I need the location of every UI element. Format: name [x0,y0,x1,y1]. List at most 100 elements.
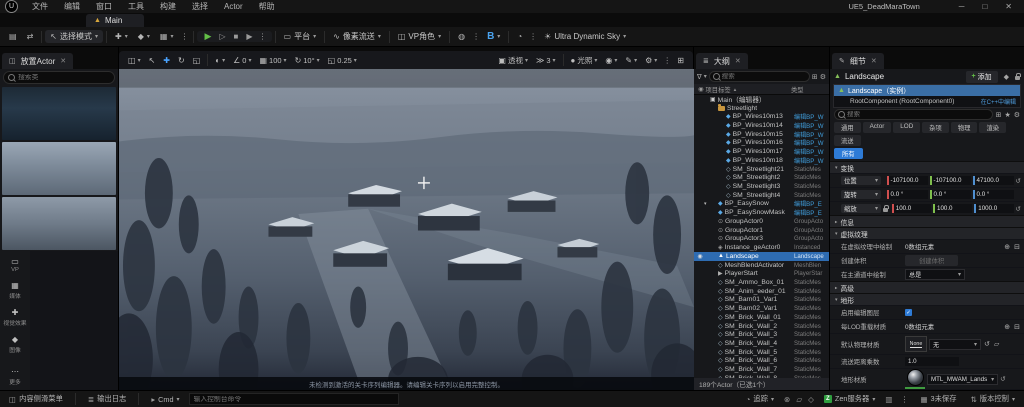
maximize-viewport-button[interactable]: ⊞ [673,56,688,65]
category-媒体[interactable]: ▦媒体 [9,281,21,300]
add-folder-icon[interactable]: ⊞ [812,73,818,81]
add-element-icon[interactable]: ⊕ [1003,243,1011,251]
outliner-row-SM_Streetlight4[interactable]: ◇SM_Streetlight4StaticMes [694,191,829,200]
physical-material-dropdown[interactable]: 无▾ [929,339,981,350]
visibility-eye-icon[interactable]: ◉ [696,253,704,260]
menu-8[interactable]: 帮助 [251,2,283,11]
outliner-row-Instance_geActor0[interactable]: ◈Instance_geActor0Instanced [694,243,829,252]
menu-3[interactable]: 窗口 [88,2,120,11]
tab-outliner[interactable]: ≣ 大纲 ✕ [696,53,748,69]
browse-icon[interactable]: ▱ [993,340,1000,348]
scale-x-field[interactable]: 100.0 [892,204,931,213]
close-button[interactable]: ✕ [996,2,1021,11]
build-volumes-button[interactable]: 创建体积 [905,255,958,266]
snow-town-aerial-thumbnail[interactable] [2,142,116,195]
rotate-tool-button[interactable]: ↻ [174,56,189,65]
add-element-icon[interactable]: ⊕ [1003,323,1011,331]
outliner-row-GroupActor3[interactable]: ⊙GroupActor3GroupActo [694,235,829,244]
camera-speed-dropdown[interactable]: ≫3▾ [532,56,560,65]
scale-y-field[interactable]: 100.0 [933,204,972,213]
frame-skip-button[interactable]: ▷ [215,32,229,41]
outliner-row-BP_Wires10m17[interactable]: ◆BP_Wires10m17编辑BP_W [694,147,829,156]
stop-button[interactable]: ■ [230,32,243,41]
add-component-button[interactable]: + 添加 [966,71,998,83]
content-drawer-button[interactable]: ◫ 内容侧滑菜单 [5,394,67,404]
minimize-button[interactable]: ─ [950,2,974,11]
close-tab-icon[interactable]: ✕ [60,57,66,65]
menu-4[interactable]: 工具 [120,2,152,11]
scale-lock-icon[interactable] [883,208,888,212]
scale-tool-button[interactable]: ◱ [189,56,205,65]
favorites-icon[interactable]: ★ [1004,111,1010,119]
viewport-tool-dropdown[interactable]: ◫▾ [124,56,145,65]
surface-snap-dropdown[interactable]: ∠0▾ [229,56,255,65]
section-info[interactable]: ▾ 信息 [830,215,1024,227]
landscape-material-thumbnail[interactable] [905,369,925,389]
platforms-dropdown[interactable]: ▭ 平台 ▾ [279,30,322,43]
outliner-row-BP_Wires10m14[interactable]: ◆BP_Wires10m14编辑BP_W [694,121,829,130]
deny-icon[interactable]: ⊗ [784,395,790,404]
outliner-search[interactable] [709,71,810,82]
outliner-row-GroupActor0[interactable]: ⊙GroupActor0GroupActo [694,217,829,226]
blueprints-dropdown[interactable]: ◆▾ [133,31,155,42]
world-local-toggle[interactable]: ◐▾ [211,56,229,65]
lock-icon[interactable] [1015,76,1020,80]
menu-1[interactable]: 文件 [24,2,56,11]
convert-blueprint-icon[interactable]: ◆ [1002,73,1011,81]
outliner-row-SM_Brick_Wall_6[interactable]: ◇SM_Brick_Wall_6StaticMes [694,357,829,366]
category-VP[interactable]: ▭VP [11,257,19,273]
actor-type[interactable]: 编辑BP_W [794,121,829,130]
category-更多[interactable]: ⋯更多 [9,367,21,386]
outliner-row-SM_Streetlight3[interactable]: ◇SM_Streetlight3StaticMes [694,182,829,191]
console-input-box[interactable] [189,393,399,405]
viewport-options-icon[interactable]: ⋮ [661,56,673,65]
outliner-row-SM_Brick_Wall_4[interactable]: ◇SM_Brick_Wall_4StaticMes [694,339,829,348]
eject-button[interactable]: ▶ [242,32,256,41]
view-mode-dropdown[interactable]: ●光照▾ [567,55,602,66]
zen-server-dropdown[interactable]: Z Zen服务器 ▾ [820,394,879,404]
outliner-row-SM_Brick_Wall_2[interactable]: ◇SM_Brick_Wall_2StaticMes [694,322,829,331]
chip-杂项[interactable]: 杂项 [922,122,949,133]
perspective-dropdown[interactable]: ▣透视▾ [494,55,532,66]
scale-snap-dropdown[interactable]: ◱0.25▾ [324,56,361,65]
details-search-input[interactable] [847,111,989,118]
section-landscape[interactable]: ▾ 地形 [830,293,1024,305]
actor-type[interactable]: 编辑BP_W [794,156,829,165]
snow-street-thumbnail[interactable] [2,197,116,250]
visibility-column-icon[interactable]: ◉ [698,86,704,93]
menu-5[interactable]: 构建 [152,2,184,11]
expander-icon[interactable]: ▾ [704,201,710,207]
location-x-field[interactable]: -107100.0 [887,176,928,185]
unreal-logo-icon[interactable]: U [5,0,18,13]
play-options-icon[interactable]: ⋮ [257,32,269,41]
use-selected-icon[interactable]: ↺ [983,340,991,348]
persona-button[interactable]: ◔ [512,31,527,42]
actor-type[interactable]: 编辑BP_E [794,208,829,217]
scale-z-field[interactable]: 1000.0 [974,204,1013,213]
outliner-settings-icon[interactable]: ⚙ [820,73,826,81]
location-z-field[interactable]: 47100.0 [973,176,1014,185]
streaming-distance-field[interactable]: 1.0 [905,357,959,366]
outliner-row-SM_Streetlight2[interactable]: ◇SM_Streetlight2StaticMes [694,173,829,182]
rotation-z-field[interactable]: 0.0 ° [973,190,1014,199]
rotation-snap-dropdown[interactable]: ↻10°▾ [291,56,324,65]
landscape-material-dropdown[interactable]: MTL_MWAM_Lands▾ [927,374,998,385]
tab-main-level[interactable]: ▲ Main [86,14,144,27]
chip-渲染[interactable]: 渲染 [979,122,1006,133]
chip-Actor[interactable]: Actor [863,122,892,133]
add-actor-dropdown[interactable]: ✚▾ [110,31,133,42]
revision-control-dropdown[interactable]: ⇅ 版本控制 ▾ [967,394,1020,404]
details-search[interactable] [834,109,993,120]
outliner-search-input[interactable] [722,73,806,80]
place-actor-search[interactable] [3,71,115,84]
location-y-field[interactable]: -107100.0 [930,176,971,185]
overflow-menu-icon[interactable]: ⋮ [178,32,190,41]
outliner-row-SM_Brick_Wall_3[interactable]: ◇SM_Brick_Wall_3StaticMes [694,330,829,339]
menu-2[interactable]: 编辑 [56,2,88,11]
snow-forest-thumbnail[interactable] [2,87,116,140]
actor-type[interactable]: 编辑BP_W [794,130,829,139]
save-button[interactable]: ▤ [4,31,22,42]
main-pass-dropdown[interactable]: 总是▾ [905,269,965,280]
outliner-row-SM_Barn02_Var1[interactable]: ◇SM_Barn02_Var1StaticMes [694,304,829,313]
level-viewport[interactable]: 未检测到激活的关卡序列编辑器。请编辑关卡序列以启用完整控制。 [119,69,694,390]
